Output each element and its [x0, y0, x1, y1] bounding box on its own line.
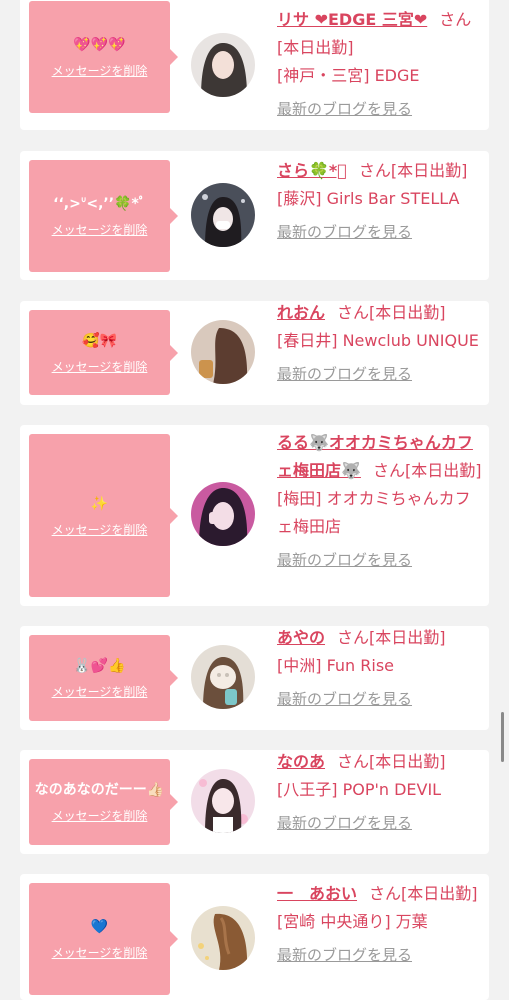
message-card: ✨ メッセージを削除 るる🐺オオカミちゃんカフェ梅田店🐺 さん[本日出勤] [梅田… — [20, 425, 489, 606]
shop-name: [藤沢] Girls Bar STELLA — [277, 189, 460, 208]
message-bubble: 🐰💕👍 メッセージを削除 — [29, 635, 178, 721]
scrollbar[interactable] — [501, 712, 504, 762]
shop-name: [神戸・三宮] EDGE — [277, 66, 420, 85]
message-bubble: なのあなのだーー👍🏻 メッセージを削除 — [29, 759, 178, 845]
message-card: 💙 メッセージを削除 一 あおい さん[本日出勤] [宮崎 中央通り] 万葉 最新… — [20, 874, 489, 1000]
attendance-status: [本日出勤] — [369, 303, 446, 322]
avatar[interactable] — [191, 906, 255, 970]
avatar[interactable] — [191, 645, 255, 709]
avatar[interactable] — [191, 183, 255, 247]
cast-name-link[interactable]: リサ ❤EDGE 三宮❤ — [277, 10, 427, 29]
cast-name-link[interactable]: れおん — [277, 303, 325, 322]
profile-info: るる🐺オオカミちゃんカフェ梅田店🐺 さん[本日出勤] [梅田] オオカミちゃんカフ… — [277, 429, 483, 571]
message-text: なのあなのだーー👍🏻 — [34, 782, 165, 798]
message-text: 🐰💕👍 — [73, 658, 126, 674]
cast-name-link[interactable]: 一 あおい — [277, 884, 357, 903]
honorific: さん — [439, 10, 472, 29]
honorific: さん — [337, 752, 370, 771]
message-card: 🥰🎀 メッセージを削除 れおん さん[本日出勤] [春日井] Newclub UN… — [20, 301, 489, 405]
message-text: 💖💖💖 — [73, 37, 126, 53]
honorific: さん — [337, 628, 370, 647]
profile-info: あやの さん[本日出勤] [中洲] Fun Rise 最新のブログを見る — [277, 624, 483, 710]
attendance-status: [本日出勤] — [390, 161, 468, 180]
latest-blog-link[interactable]: 最新のブログを見る — [277, 98, 483, 120]
latest-blog-link[interactable]: 最新のブログを見る — [277, 221, 483, 243]
attendance-status: [本日出勤] — [401, 884, 478, 903]
message-bubble: 💖💖💖 メッセージを削除 — [29, 1, 178, 113]
honorific: さん — [372, 461, 405, 480]
avatar[interactable] — [191, 769, 255, 833]
delete-message-link[interactable]: メッセージを削除 — [52, 358, 148, 376]
message-card: 🐰💕👍 メッセージを削除 あやの さん[本日出勤] [中洲] Fun Rise 最… — [20, 626, 489, 730]
message-bubble: ✨ メッセージを削除 — [29, 434, 178, 597]
avatar[interactable] — [191, 320, 255, 384]
latest-blog-link[interactable]: 最新のブログを見る — [277, 363, 483, 385]
honorific: さん — [337, 303, 370, 322]
avatar[interactable] — [191, 482, 255, 546]
cast-name-link[interactable]: なのあ — [277, 752, 325, 771]
profile-info: さら🍀*ﾟ さん[本日出勤] [藤沢] Girls Bar STELLA 最新のブ… — [277, 157, 483, 243]
shop-name: [宮崎 中央通り] 万葉 — [277, 912, 428, 931]
shop-name: [春日井] Newclub UNIQUE — [277, 331, 479, 350]
profile-info: れおん さん[本日出勤] [春日井] Newclub UNIQUE 最新のブログを… — [277, 299, 483, 385]
delete-message-link[interactable]: メッセージを削除 — [52, 807, 148, 825]
message-card: 💖💖💖 メッセージを削除 リサ ❤EDGE 三宮❤ さん [本日出勤] [神戸・三… — [20, 0, 489, 130]
delete-message-link[interactable]: メッセージを削除 — [52, 521, 148, 539]
message-bubble: 💙 メッセージを削除 — [29, 883, 178, 995]
message-text: 🥰🎀 — [82, 332, 117, 349]
delete-message-link[interactable]: メッセージを削除 — [52, 221, 148, 239]
message-bubble: ‘‘,>ᐡ<,’’🍀*ﾟ メッセージを削除 — [29, 160, 178, 272]
cast-name-link[interactable]: あやの — [277, 628, 325, 647]
profile-info: 一 あおい さん[本日出勤] [宮崎 中央通り] 万葉 最新のブログを見る — [277, 880, 483, 966]
shop-name: [八王子] POP'n DEVIL — [277, 780, 442, 799]
message-text: 💙 — [90, 919, 109, 935]
latest-blog-link[interactable]: 最新のブログを見る — [277, 944, 483, 966]
profile-info: リサ ❤EDGE 三宮❤ さん [本日出勤] [神戸・三宮] EDGE 最新のブロ… — [277, 6, 483, 120]
delete-message-link[interactable]: メッセージを削除 — [52, 683, 148, 701]
message-card: なのあなのだーー👍🏻 メッセージを削除 なのあ さん[本日出勤] [八王子] PO… — [20, 750, 489, 854]
cast-name-link[interactable]: さら🍀*ﾟ — [277, 161, 347, 180]
shop-name: [中洲] Fun Rise — [277, 656, 395, 675]
shop-name: [梅田] オオカミちゃんカフェ梅田店 — [277, 489, 471, 536]
attendance-status: [本日出勤] — [369, 628, 446, 647]
message-card: ‘‘,>ᐡ<,’’🍀*ﾟ メッセージを削除 さら🍀*ﾟ さん[本日出勤] [藤沢]… — [20, 151, 489, 280]
delete-message-link[interactable]: メッセージを削除 — [52, 944, 148, 962]
latest-blog-link[interactable]: 最新のブログを見る — [277, 812, 483, 834]
message-bubble: 🥰🎀 メッセージを削除 — [29, 310, 178, 395]
profile-info: なのあ さん[本日出勤] [八王子] POP'n DEVIL 最新のブログを見る — [277, 748, 483, 834]
message-text: ‘‘,>ᐡ<,’’🍀*ﾟ — [53, 196, 146, 212]
latest-blog-link[interactable]: 最新のブログを見る — [277, 688, 483, 710]
latest-blog-link[interactable]: 最新のブログを見る — [277, 549, 483, 571]
attendance-status: [本日出勤] — [277, 38, 354, 57]
avatar[interactable] — [191, 33, 255, 97]
delete-message-link[interactable]: メッセージを削除 — [52, 62, 148, 80]
message-text: ✨ — [90, 495, 109, 512]
attendance-status: [本日出勤] — [369, 752, 446, 771]
attendance-status: [本日出勤] — [404, 461, 482, 480]
honorific: さん — [369, 884, 402, 903]
honorific: さん — [358, 161, 391, 180]
